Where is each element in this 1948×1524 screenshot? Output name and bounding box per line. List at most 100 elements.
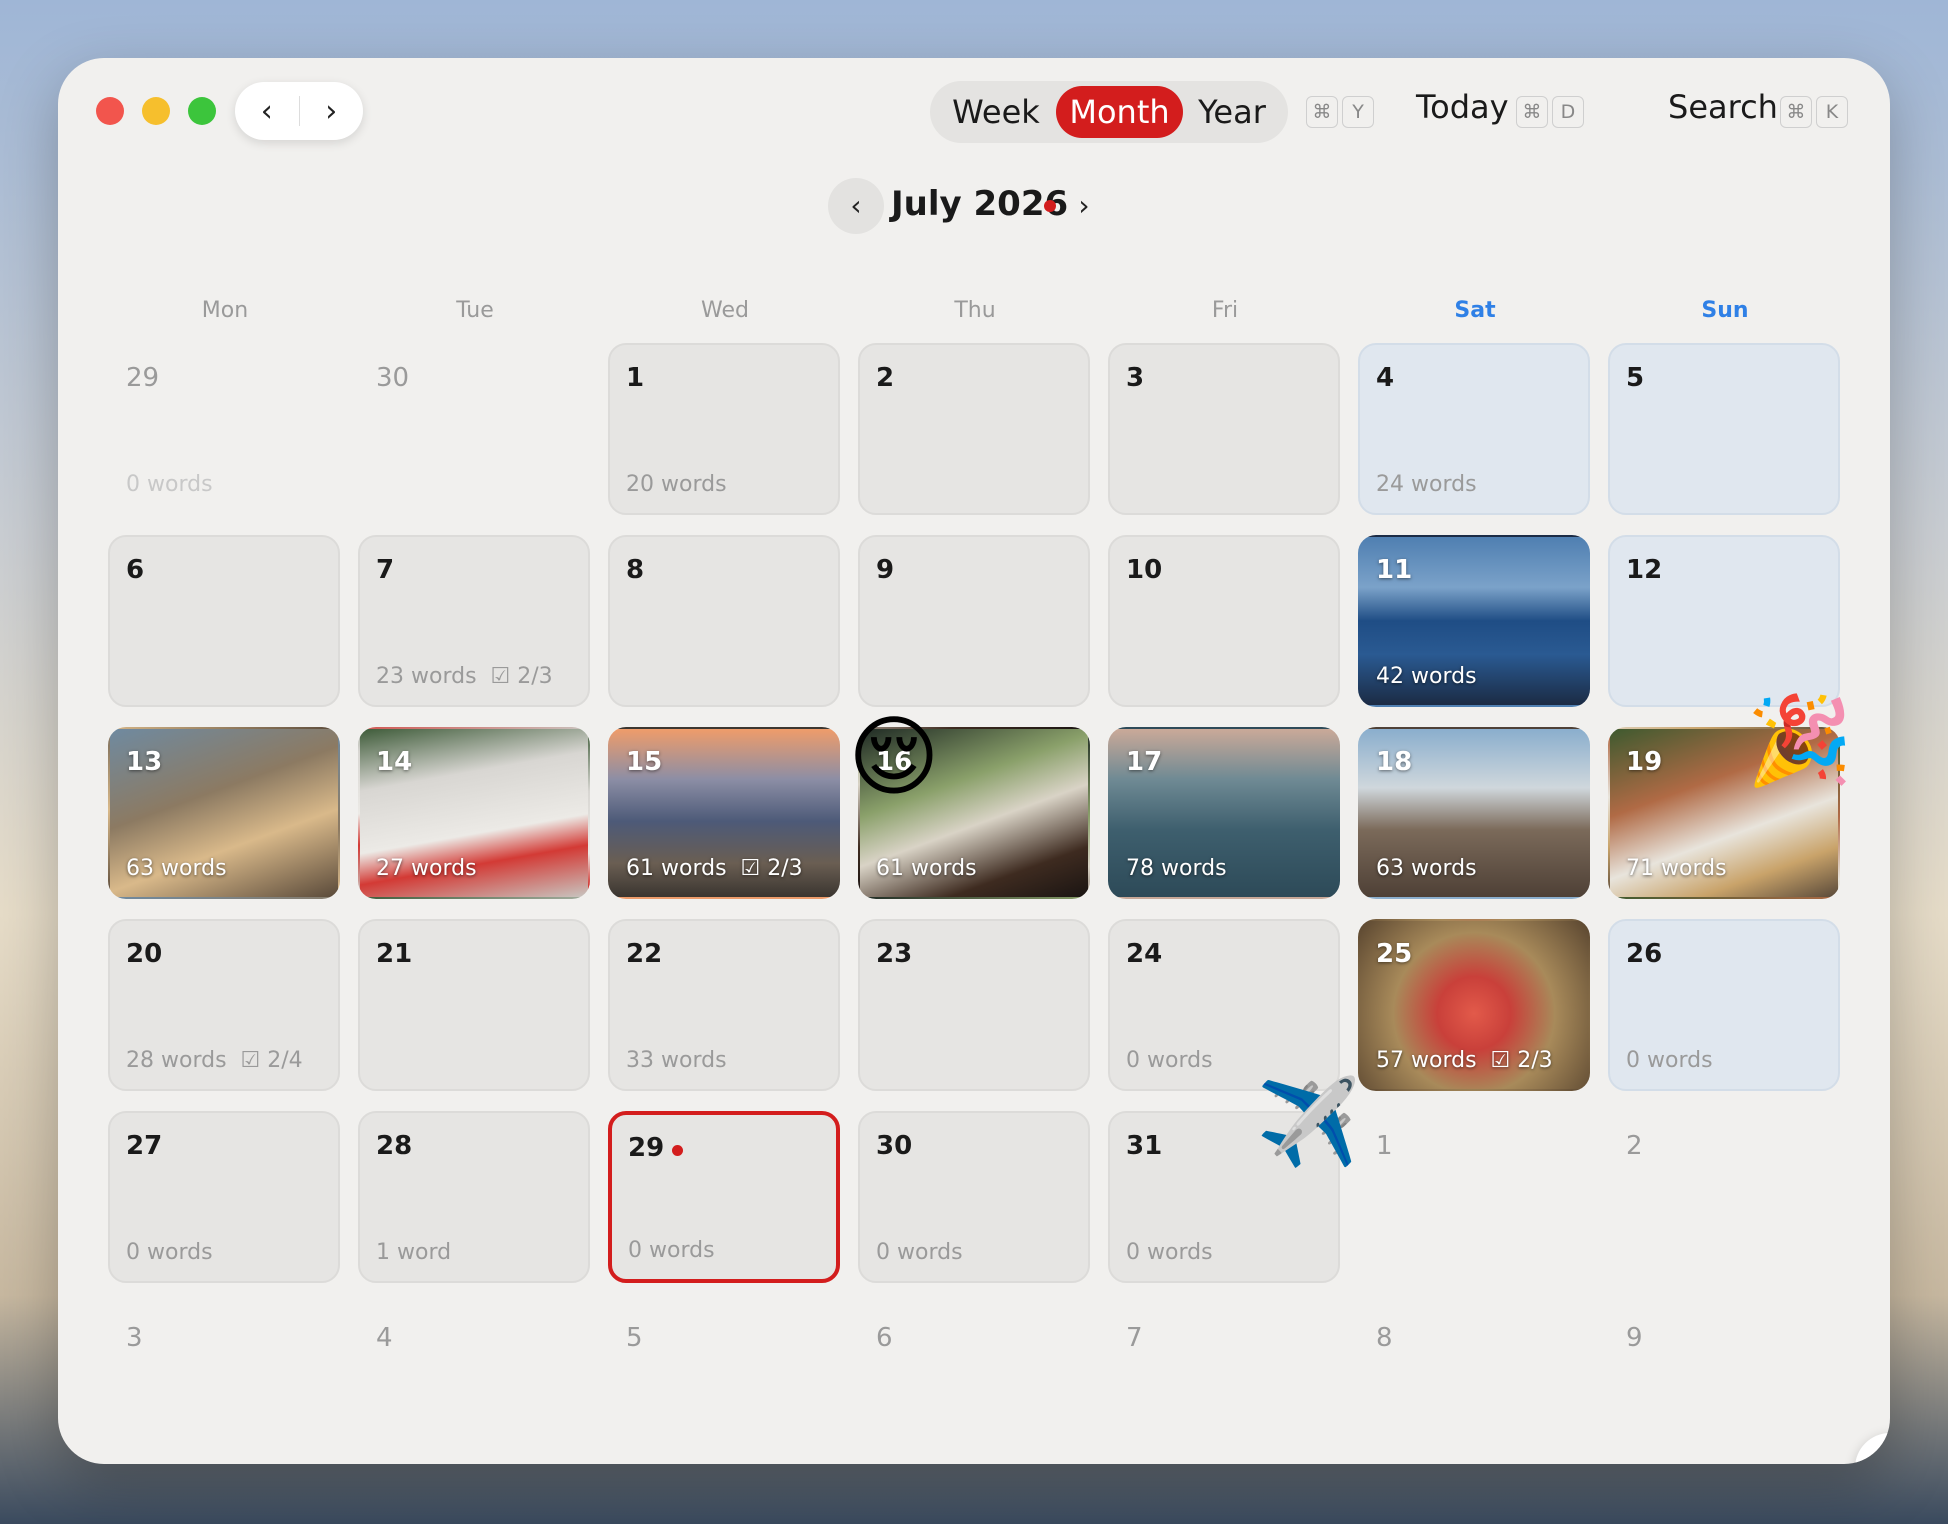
- day-number: 9: [1626, 1323, 1643, 1353]
- entry-summary: 23 words ☑ 2/3: [376, 664, 553, 689]
- day-cell[interactable]: 9: [1608, 1303, 1840, 1464]
- day-number: 3: [126, 1323, 143, 1353]
- entry-summary: 24 words: [1376, 472, 1477, 497]
- day-cell[interactable]: 22 33 words: [608, 919, 840, 1091]
- day-number: 27: [126, 1131, 163, 1161]
- weekday-label: Mon: [201, 298, 249, 323]
- entry-summary: 0 words: [876, 1240, 963, 1265]
- zoom-window-button[interactable]: [188, 97, 216, 125]
- day-cell[interactable]: 7 23 words ☑ 2/3: [358, 535, 590, 707]
- entry-summary: 61 words ☑ 2/3: [626, 856, 803, 881]
- day-cell[interactable]: 17 78 words: [1108, 727, 1340, 899]
- search-button[interactable]: Search: [1668, 88, 1778, 126]
- day-cell[interactable]: 21: [358, 919, 590, 1091]
- next-month-button[interactable]: ›: [1064, 178, 1104, 234]
- minimize-window-button[interactable]: [142, 97, 170, 125]
- day-number: 25: [1376, 939, 1413, 969]
- day-cell[interactable]: 20 28 words ☑ 2/4: [108, 919, 340, 1091]
- day-cell[interactable]: 4 24 words: [1358, 343, 1590, 515]
- entry-summary: 33 words: [626, 1048, 727, 1073]
- current-month-indicator: [1044, 200, 1056, 212]
- day-number: 7: [1126, 1323, 1143, 1353]
- close-window-button[interactable]: [96, 97, 124, 125]
- back-button[interactable]: ‹: [235, 82, 299, 140]
- day-cell[interactable]: 5: [1608, 343, 1840, 515]
- word-count: 24 words: [1376, 472, 1477, 497]
- entry-summary: 61 words: [876, 856, 977, 881]
- month-title: July 2026: [891, 184, 1069, 224]
- day-cell[interactable]: 4: [358, 1303, 590, 1464]
- view-month-button[interactable]: Month: [1056, 86, 1183, 138]
- entry-summary: 71 words: [1626, 856, 1727, 881]
- day-cell[interactable]: 14 27 words: [358, 727, 590, 899]
- task-progress: ☑ 2/4: [241, 1048, 303, 1073]
- day-cell[interactable]: 30: [358, 343, 590, 515]
- day-number: 24: [1126, 939, 1163, 969]
- checkbox-icon: ☑: [490, 664, 518, 689]
- day-cell[interactable]: 18 63 words: [1358, 727, 1590, 899]
- weekday-label: Fri: [1211, 298, 1239, 323]
- day-cell[interactable]: 30 0 words: [858, 1111, 1090, 1283]
- command-icon: [1873, 1451, 1890, 1464]
- party-popper-sticker: 🎉: [1746, 691, 1854, 791]
- day-number: 19: [1626, 747, 1663, 777]
- day-cell[interactable]: 8: [608, 535, 840, 707]
- forward-button[interactable]: ›: [300, 82, 364, 140]
- day-cell[interactable]: 8: [1358, 1303, 1590, 1464]
- entry-summary: 42 words: [1376, 664, 1477, 689]
- day-cell[interactable]: 25 57 words ☑ 2/3: [1358, 919, 1590, 1091]
- day-cell[interactable]: 2: [1608, 1111, 1840, 1283]
- entry-summary: 20 words: [626, 472, 727, 497]
- day-number: 12: [1626, 555, 1663, 585]
- checkbox-icon: ☑: [240, 1048, 268, 1073]
- shortcut-key: Y: [1342, 96, 1374, 128]
- view-week-button[interactable]: Week: [942, 86, 1050, 138]
- day-cell[interactable]: 11 42 words: [1358, 535, 1590, 707]
- day-cell[interactable]: 9: [858, 535, 1090, 707]
- word-count: 63 words: [126, 856, 227, 881]
- word-count: 78 words: [1126, 856, 1227, 881]
- day-number: 10: [1126, 555, 1163, 585]
- previous-month-button[interactable]: ‹: [828, 178, 884, 234]
- word-count: 57 words: [1376, 1048, 1477, 1073]
- day-cell[interactable]: 27 0 words: [108, 1111, 340, 1283]
- day-cell[interactable]: 15 61 words ☑ 2/3: [608, 727, 840, 899]
- task-progress: ☑ 2/3: [491, 664, 553, 689]
- day-cell[interactable]: 1: [1358, 1111, 1590, 1283]
- day-cell[interactable]: 3: [108, 1303, 340, 1464]
- day-number: 6: [876, 1323, 893, 1353]
- day-cell[interactable]: 2: [858, 343, 1090, 515]
- task-count: 2/4: [267, 1048, 303, 1073]
- day-cell[interactable]: 23: [858, 919, 1090, 1091]
- word-count: 33 words: [626, 1048, 727, 1073]
- weekday-label: Sat: [1454, 298, 1496, 323]
- day-cell[interactable]: 26 0 words: [1608, 919, 1840, 1091]
- day-cell[interactable]: 7: [1108, 1303, 1340, 1464]
- day-number: 11: [1376, 555, 1413, 585]
- day-number: 14: [376, 747, 413, 777]
- day-number: 21: [376, 939, 413, 969]
- day-cell[interactable]: 24 0 words: [1108, 919, 1340, 1091]
- day-cell[interactable]: 28 1 word: [358, 1111, 590, 1283]
- view-year-button[interactable]: Year: [1184, 86, 1280, 138]
- day-cell[interactable]: 13 63 words: [108, 727, 340, 899]
- day-number: 2: [1626, 1131, 1643, 1161]
- day-cell-today[interactable]: 29 0 words: [608, 1111, 840, 1283]
- day-cell[interactable]: 3: [1108, 343, 1340, 515]
- day-number: 29: [126, 363, 160, 393]
- day-cell[interactable]: 12: [1608, 535, 1840, 707]
- day-cell[interactable]: 6: [108, 535, 340, 707]
- day-number: 5: [626, 1323, 643, 1353]
- today-button[interactable]: Today: [1416, 88, 1509, 126]
- command-palette-button[interactable]: [1855, 1433, 1890, 1464]
- task-progress: ☑ 2/3: [741, 856, 803, 881]
- word-count: 27 words: [376, 856, 477, 881]
- day-cell[interactable]: 6: [858, 1303, 1090, 1464]
- day-cell[interactable]: 29 0 words: [108, 343, 340, 515]
- day-cell[interactable]: 5: [608, 1303, 840, 1464]
- weekday-label: Sun: [1701, 298, 1749, 323]
- entry-summary: 63 words: [1376, 856, 1477, 881]
- entry-summary: 63 words: [126, 856, 227, 881]
- day-cell[interactable]: 1 20 words: [608, 343, 840, 515]
- day-cell[interactable]: 10: [1108, 535, 1340, 707]
